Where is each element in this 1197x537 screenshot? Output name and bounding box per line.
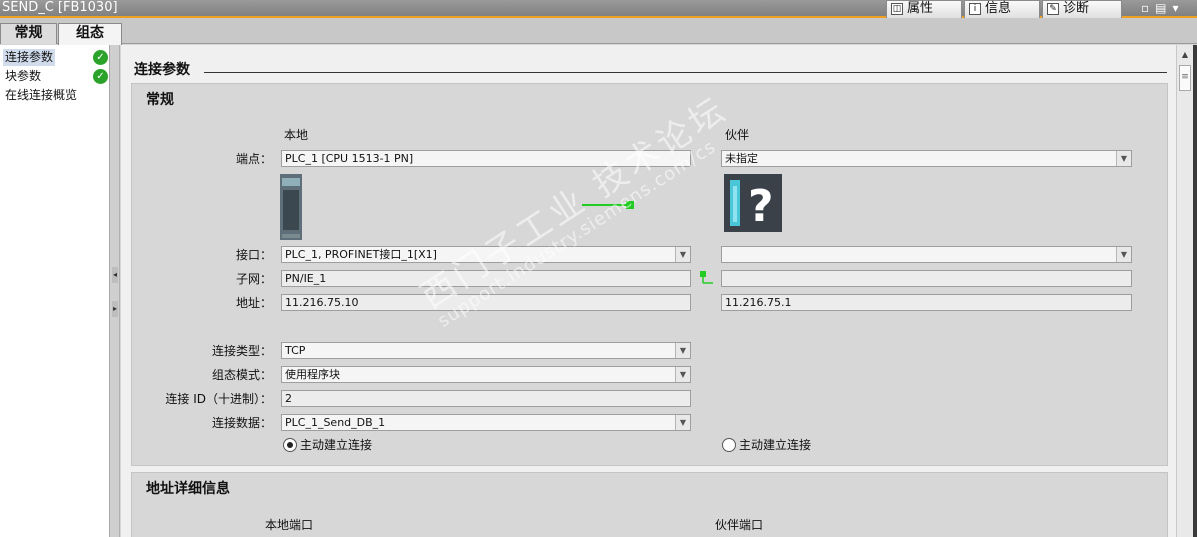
main-content: 连接参数 常规 本地 伙伴 端点： PLC_1 [CPU 1513-1 PN] …	[121, 45, 1176, 537]
config-mode-label: 组态模式：	[211, 368, 272, 382]
local-port-header: 本地端口	[265, 518, 314, 532]
inspector-window: SEND_C [FB1030] ◫ 属性 i 信息 ✎ 诊断 ▫▤▾ 常规 组态…	[0, 0, 1197, 537]
interface-local-value: PLC_1, PROFINET接口_1[X1]	[285, 248, 437, 261]
chevron-down-icon[interactable]: ▼	[675, 343, 690, 358]
menu-icon[interactable]: ▤	[1155, 1, 1172, 15]
subnet-label: 子网：	[235, 272, 272, 286]
tab-configuration[interactable]: 组态	[58, 23, 122, 45]
active-partner-label: 主动建立连接	[739, 438, 812, 452]
active-local-radio[interactable]	[283, 438, 297, 452]
conn-type-value: TCP	[285, 344, 306, 357]
unknown-partner-icon: ?	[724, 174, 782, 232]
plc-device-icon	[280, 174, 302, 240]
svg-text:?: ?	[748, 181, 774, 232]
conn-data-label: 连接数据：	[211, 416, 272, 430]
address-label: 地址：	[235, 296, 272, 310]
chevron-down-icon[interactable]: ▼	[1116, 247, 1131, 262]
conn-id-field[interactable]: 2	[281, 390, 691, 407]
subnet-link-icon	[700, 271, 713, 284]
endpoint-local-field[interactable]: PLC_1 [CPU 1513-1 PN]	[281, 150, 691, 167]
scroll-up-icon[interactable]: ▲	[1179, 49, 1191, 61]
connection-line-icon	[582, 201, 634, 209]
endpoint-label: 端点：	[235, 152, 272, 166]
partner-port-header: 伙伴端口	[715, 518, 764, 532]
endpoint-partner-value: 未指定	[725, 152, 758, 165]
active-partner-radio[interactable]	[722, 438, 736, 452]
nav-item-online-overview[interactable]: 在线连接概览	[5, 87, 77, 104]
address-local-field[interactable]: 11.216.75.10	[281, 294, 691, 311]
general-panel: 常规 本地 伙伴 端点： PLC_1 [CPU 1513-1 PN] 未指定 ▼	[131, 83, 1168, 466]
subnet-partner-field[interactable]	[721, 270, 1132, 287]
chevron-down-icon[interactable]: ▾	[1172, 1, 1184, 15]
ok-check-icon: ✓	[93, 69, 108, 84]
vertical-scrollbar[interactable]: ▲ ≡	[1176, 45, 1193, 537]
tab-general[interactable]: 常规	[0, 23, 57, 44]
section-divider	[204, 72, 1167, 73]
config-mode-value: 使用程序块	[285, 368, 340, 381]
local-column-header: 本地	[284, 128, 309, 142]
partner-column-header: 伙伴	[725, 128, 750, 142]
info-icon: i	[969, 3, 981, 15]
chevron-down-icon[interactable]: ▼	[1116, 151, 1131, 166]
splitter[interactable]: ◂ ▸	[110, 45, 120, 537]
chevron-down-icon[interactable]: ▼	[675, 367, 690, 382]
diagnostics-icon: ✎	[1047, 3, 1059, 15]
conn-id-label: 连接 ID（十进制）：	[165, 392, 272, 406]
address-details-panel: 地址详细信息 本地端口 伙伴端口	[131, 472, 1168, 537]
title-bar: SEND_C [FB1030] ◫ 属性 i 信息 ✎ 诊断 ▫▤▾	[0, 0, 1197, 18]
interface-local-select[interactable]: PLC_1, PROFINET接口_1[X1] ▼	[281, 246, 691, 263]
endpoint-partner-select[interactable]: 未指定 ▼	[721, 150, 1132, 167]
tab-strip: 常规 组态	[0, 18, 1197, 45]
chevron-down-icon[interactable]: ▼	[675, 415, 690, 430]
nav-item-connection-params[interactable]: 连接参数	[3, 49, 56, 66]
window-title: SEND_C [FB1030]	[2, 0, 118, 15]
conn-type-select[interactable]: TCP ▼	[281, 342, 691, 359]
window-controls[interactable]: ▫▤▾	[1141, 1, 1191, 16]
properties-icon: ◫	[891, 3, 903, 15]
ok-check-icon: ✓	[93, 50, 108, 65]
restore-icon[interactable]: ▫	[1141, 1, 1155, 15]
conn-type-label: 连接类型：	[211, 344, 272, 358]
interface-label: 接口：	[235, 248, 272, 262]
section-title: 连接参数	[134, 62, 190, 78]
address-details-title: 地址详细信息	[146, 481, 230, 497]
address-partner-field[interactable]: 11.216.75.1	[721, 294, 1132, 311]
conn-data-select[interactable]: PLC_1_Send_DB_1 ▼	[281, 414, 691, 431]
general-title: 常规	[146, 92, 174, 108]
conn-data-value: PLC_1_Send_DB_1	[285, 416, 386, 429]
tab-info[interactable]: i 信息	[964, 0, 1040, 18]
config-mode-select[interactable]: 使用程序块 ▼	[281, 366, 691, 383]
window-edge	[1193, 45, 1197, 537]
tab-diagnostics[interactable]: ✎ 诊断	[1042, 0, 1122, 18]
interface-partner-select[interactable]: ▼	[721, 246, 1132, 263]
nav-tree: 连接参数 ✓ 块参数 ✓ 在线连接概览	[0, 45, 110, 537]
expand-right-icon[interactable]: ▸	[112, 301, 118, 317]
tab-properties[interactable]: ◫ 属性	[886, 0, 962, 18]
subnet-local-field[interactable]: PN/IE_1	[281, 270, 691, 287]
collapse-left-icon[interactable]: ◂	[112, 267, 118, 283]
nav-item-block-params[interactable]: 块参数	[5, 68, 41, 85]
active-local-label: 主动建立连接	[300, 438, 373, 452]
chevron-down-icon[interactable]: ▼	[675, 247, 690, 262]
scroll-thumb[interactable]: ≡	[1179, 65, 1191, 91]
